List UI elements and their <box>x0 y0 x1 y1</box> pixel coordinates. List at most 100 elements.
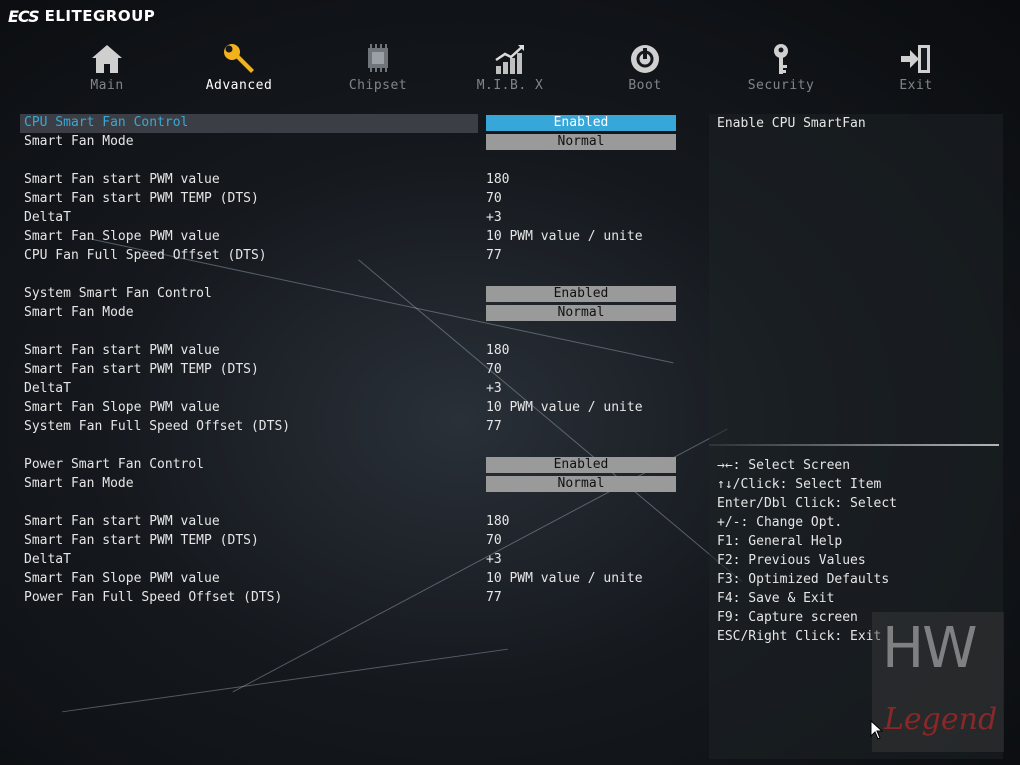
setting-system-smart-fan-mode[interactable]: Smart Fan Mode Normal <box>20 304 680 323</box>
tab-label: Boot <box>628 78 662 93</box>
home-icon <box>92 45 122 73</box>
tab-label: Advanced <box>205 78 273 93</box>
performance-chart-icon <box>495 45 524 74</box>
setting-row[interactable]: Smart Fan start PWM TEMP (DTS) 70 <box>20 361 680 380</box>
setting-label: Smart Fan Slope PWM value <box>24 229 220 244</box>
setting-value[interactable]: 77 <box>486 248 502 263</box>
setting-label: CPU Smart Fan Control <box>24 115 189 130</box>
brand-name: ELITEGROUP <box>44 7 156 25</box>
option-value[interactable]: Normal <box>486 305 676 321</box>
setting-value[interactable]: 10 PWM value / unite <box>486 229 643 244</box>
setting-row[interactable]: Smart Fan start PWM TEMP (DTS) 70 <box>20 532 680 551</box>
setting-row[interactable]: DeltaT +3 <box>20 209 680 228</box>
setting-label: Smart Fan Mode <box>24 305 134 320</box>
setting-label: Smart Fan Slope PWM value <box>24 571 220 586</box>
mouse-cursor-icon <box>870 720 884 740</box>
setting-label: Smart Fan start PWM value <box>24 172 220 187</box>
setting-value[interactable]: 77 <box>486 419 502 434</box>
setting-row[interactable]: Smart Fan start PWM value 180 <box>20 342 680 361</box>
tab-exit[interactable]: Exit <box>856 42 976 93</box>
help-divider <box>709 444 999 446</box>
exit-icon <box>901 45 930 73</box>
setting-label: DeltaT <box>24 552 71 567</box>
power-icon <box>631 45 659 73</box>
key-hint: F9: Capture screen <box>717 610 858 625</box>
wrench-icon <box>224 44 254 73</box>
background-streak <box>62 648 508 713</box>
watermark-logo: HW Legend <box>872 612 1004 752</box>
option-value[interactable]: Enabled <box>486 457 676 473</box>
setting-value[interactable]: 77 <box>486 590 502 605</box>
key-icon <box>774 44 788 74</box>
option-value[interactable]: Normal <box>486 134 676 150</box>
setting-row[interactable]: DeltaT +3 <box>20 551 680 570</box>
setting-value[interactable]: 70 <box>486 191 502 206</box>
setting-value[interactable]: 180 <box>486 343 509 358</box>
setting-row[interactable]: Smart Fan Slope PWM value 10 PWM value /… <box>20 228 680 247</box>
setting-value[interactable]: +3 <box>486 381 502 396</box>
setting-system-smart-fan-control[interactable]: System Smart Fan Control Enabled <box>20 285 680 304</box>
key-hint: ↑↓/Click: Select Item <box>717 477 882 492</box>
option-value[interactable]: Enabled <box>486 115 676 131</box>
setting-row[interactable]: Smart Fan Slope PWM value 10 PWM value /… <box>20 399 680 418</box>
setting-row[interactable]: CPU Fan Full Speed Offset (DTS) 77 <box>20 247 680 266</box>
watermark-text-bottom: Legend <box>884 702 998 737</box>
setting-label: DeltaT <box>24 210 71 225</box>
setting-label: Smart Fan start PWM TEMP (DTS) <box>24 191 259 206</box>
tab-security[interactable]: Security <box>721 42 841 93</box>
setting-power-smart-fan-control[interactable]: Power Smart Fan Control Enabled <box>20 456 680 475</box>
setting-label: System Fan Full Speed Offset (DTS) <box>24 419 291 434</box>
tab-advanced[interactable]: Advanced <box>179 42 299 93</box>
key-hint: F2: Previous Values <box>717 553 866 568</box>
setting-label: CPU Fan Full Speed Offset (DTS) <box>24 248 267 263</box>
setting-cpu-smart-fan-mode[interactable]: Smart Fan Mode Normal <box>20 133 680 152</box>
setting-label: Smart Fan start PWM TEMP (DTS) <box>24 362 259 377</box>
setting-row[interactable]: System Fan Full Speed Offset (DTS) 77 <box>20 418 680 437</box>
setting-label: Smart Fan start PWM TEMP (DTS) <box>24 533 259 548</box>
setting-value[interactable]: 70 <box>486 533 502 548</box>
setting-value[interactable]: 10 PWM value / unite <box>486 400 643 415</box>
setting-row[interactable]: DeltaT +3 <box>20 380 680 399</box>
tab-chipset[interactable]: Chipset <box>318 42 438 93</box>
setting-label: Smart Fan start PWM value <box>24 343 220 358</box>
brand-header: ECS ELITEGROUP <box>8 4 155 28</box>
brand-logo: ECS <box>8 6 40 26</box>
tab-boot[interactable]: Boot <box>585 42 705 93</box>
tab-label: M.I.B. X <box>476 78 544 93</box>
setting-row[interactable]: Power Fan Full Speed Offset (DTS) 77 <box>20 589 680 608</box>
key-hint: Enter/Dbl Click: Select <box>717 496 898 511</box>
help-description: Enable CPU SmartFan <box>717 116 866 131</box>
tab-label: Exit <box>899 78 933 93</box>
tab-label: Security <box>747 78 815 93</box>
setting-label: Power Smart Fan Control <box>24 457 205 472</box>
setting-row[interactable]: Smart Fan start PWM TEMP (DTS) 70 <box>20 190 680 209</box>
setting-value[interactable]: +3 <box>486 210 502 225</box>
option-value[interactable]: Enabled <box>486 286 676 302</box>
setting-value[interactable]: 180 <box>486 514 509 529</box>
setting-label: Smart Fan start PWM value <box>24 514 220 529</box>
tab-main[interactable]: Main <box>47 42 167 93</box>
setting-cpu-smart-fan-control[interactable]: CPU Smart Fan Control Enabled <box>20 114 680 133</box>
setting-value[interactable]: 10 PWM value / unite <box>486 571 643 586</box>
key-hint: F4: Save & Exit <box>717 591 835 606</box>
key-hint: +/-: Change Opt. <box>717 515 843 530</box>
setting-label: Power Fan Full Speed Offset (DTS) <box>24 590 283 605</box>
setting-row[interactable]: Smart Fan start PWM value 180 <box>20 171 680 190</box>
tab-label: Chipset <box>348 78 408 93</box>
setting-row[interactable]: Smart Fan start PWM value 180 <box>20 513 680 532</box>
key-legend: →←: Select Screen ↑↓/Click: Select Item … <box>717 456 897 646</box>
watermark-text-top: HW <box>882 616 977 681</box>
setting-power-smart-fan-mode[interactable]: Smart Fan Mode Normal <box>20 475 680 494</box>
key-hint: F1: General Help <box>717 534 843 549</box>
setting-value[interactable]: 70 <box>486 362 502 377</box>
option-value[interactable]: Normal <box>486 476 676 492</box>
key-hint: F3: Optimized Defaults <box>717 572 890 587</box>
tab-mib-x[interactable]: M.I.B. X <box>450 42 570 93</box>
setting-row[interactable]: Smart Fan Slope PWM value 10 PWM value /… <box>20 570 680 589</box>
setting-label: DeltaT <box>24 381 71 396</box>
setting-value[interactable]: 180 <box>486 172 509 187</box>
setting-value[interactable]: +3 <box>486 552 502 567</box>
main-tabs: Main Advanced Chipset M.I.B. X Boot Secu… <box>40 42 980 98</box>
chip-icon <box>368 44 388 72</box>
key-hint: ESC/Right Click: Exit <box>717 629 882 644</box>
